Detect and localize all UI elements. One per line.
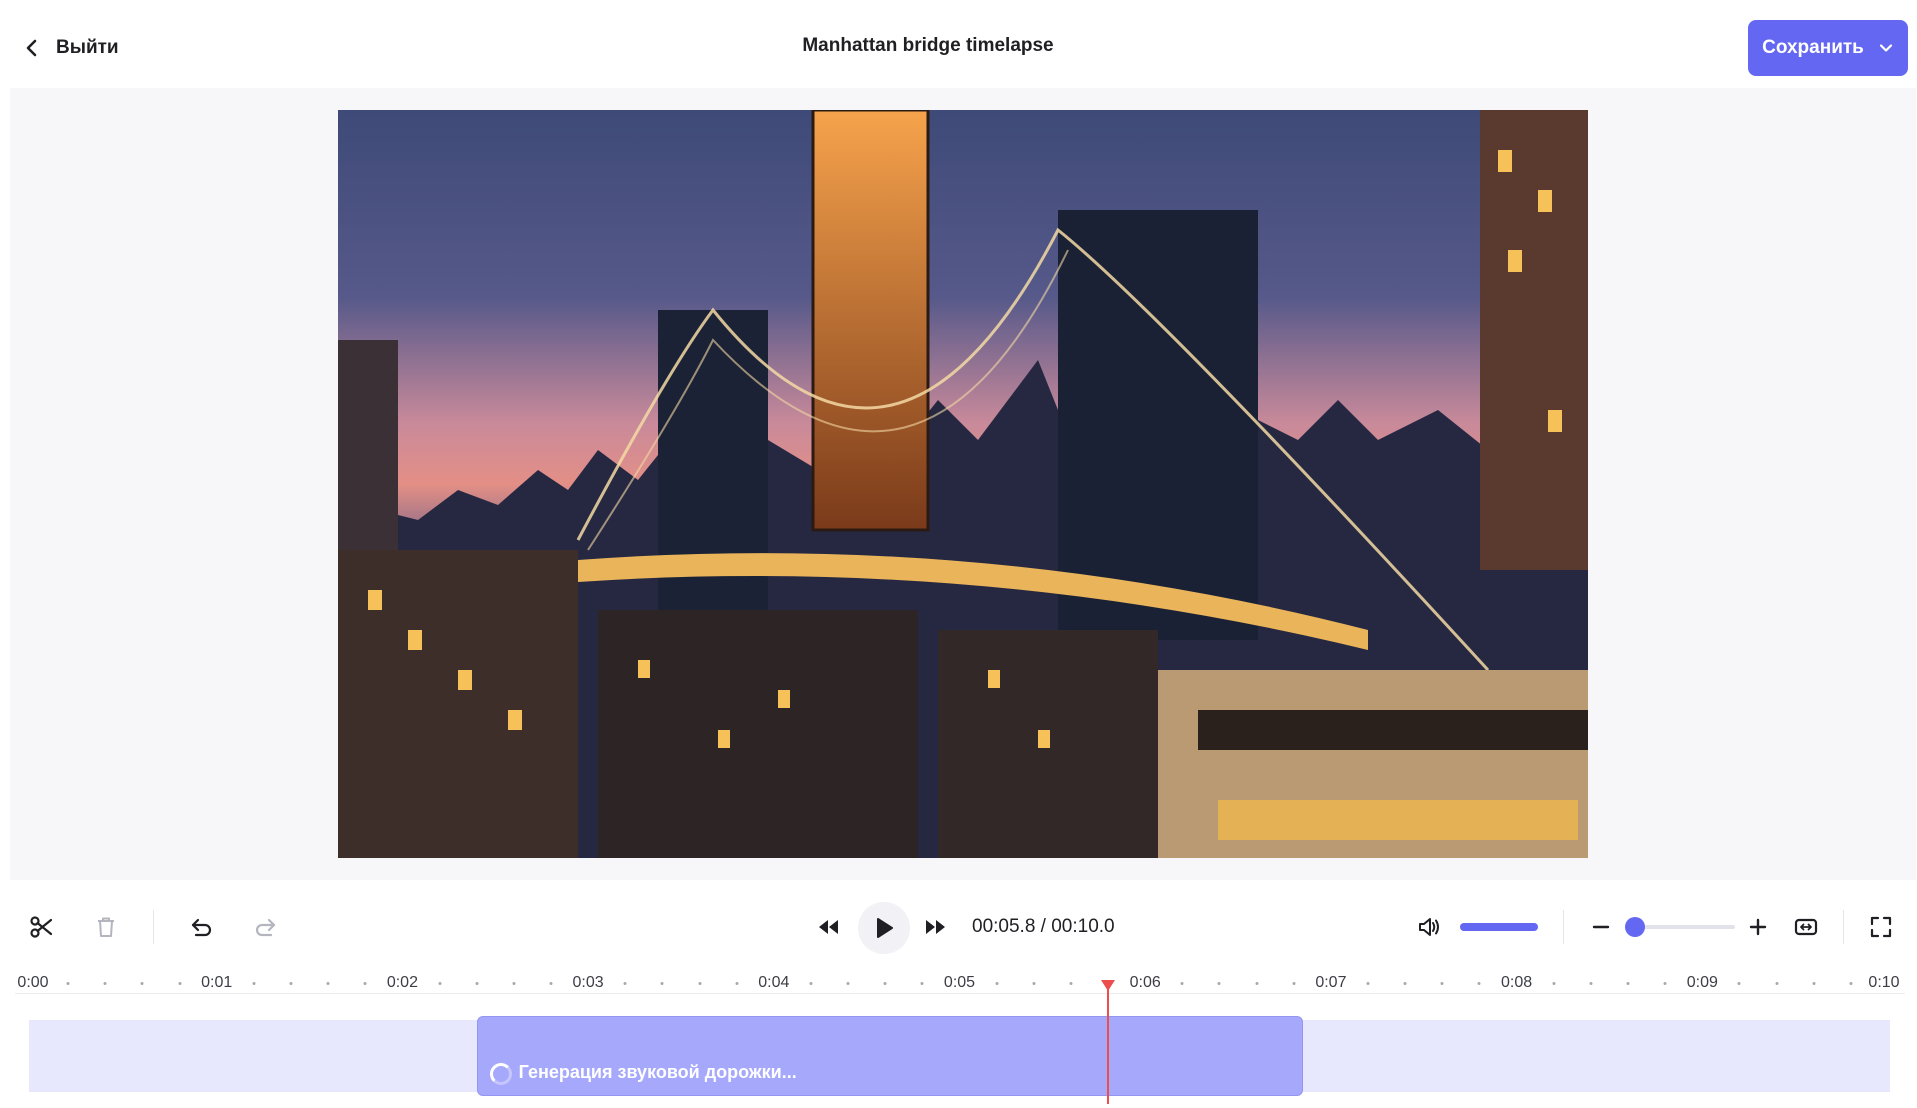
- preview-area: [10, 88, 1916, 880]
- editor-header: Выйти Manhattan bridge timelapse Сохрани…: [0, 0, 1917, 88]
- play-button[interactable]: [858, 902, 910, 954]
- ruler-tick: [623, 982, 627, 985]
- minus-icon: [1592, 925, 1610, 929]
- zoom-slider[interactable]: [1635, 925, 1735, 929]
- ruler-label: 0:02: [386, 974, 418, 991]
- ruler-tick: [66, 982, 70, 985]
- ruler-tick: [1849, 982, 1853, 985]
- ruler-tick: [475, 982, 479, 985]
- undo-icon: [191, 918, 212, 937]
- scissors-icon: [30, 916, 53, 938]
- ruler-tick: [1477, 982, 1481, 985]
- timecode: 00:05.8 / 00:10.0: [972, 916, 1115, 937]
- ruler-tick: [1589, 982, 1593, 985]
- toolbar-divider: [1563, 910, 1564, 944]
- save-label: Сохранить: [1762, 37, 1864, 58]
- ruler-tick: [1812, 982, 1816, 985]
- ruler-tick: [1032, 982, 1036, 985]
- ruler-tick: [252, 982, 256, 985]
- ruler-label: 0:05: [943, 974, 976, 991]
- ruler-tick: [1217, 982, 1221, 985]
- ruler-tick: [326, 982, 330, 985]
- video-preview[interactable]: [338, 110, 1588, 858]
- ruler-label: 0:03: [572, 974, 604, 991]
- ruler-tick: [289, 982, 293, 985]
- ruler-tick: [438, 982, 442, 985]
- ruler-tick: [735, 982, 739, 985]
- project-title: Manhattan bridge timelapse: [802, 35, 1054, 56]
- volume-slider[interactable]: [1460, 923, 1538, 931]
- ruler-tick: [1255, 982, 1259, 985]
- ruler-label: 0:04: [758, 974, 790, 991]
- ruler-baseline: [15, 993, 1905, 994]
- ruler-label: 0:08: [1501, 974, 1533, 991]
- ruler-label: 0:00: [17, 974, 49, 991]
- ruler-tick: [660, 982, 664, 985]
- toolbar-divider: [1843, 910, 1844, 944]
- zoom-slider-handle[interactable]: [1625, 917, 1645, 937]
- segment-label: Генерация звуковой дорожки...: [518, 1062, 797, 1082]
- ruler-label: 0:10: [1868, 974, 1900, 991]
- redo-button[interactable]: [248, 910, 282, 944]
- ruler-tick: [178, 982, 182, 985]
- save-button[interactable]: Сохранить: [1748, 20, 1908, 76]
- fast-forward-icon: [926, 920, 945, 934]
- zoom-in-button[interactable]: [1741, 910, 1775, 944]
- ruler-tick: [103, 982, 107, 985]
- ruler-tick: [809, 982, 813, 985]
- fit-button[interactable]: [1789, 910, 1823, 944]
- volume-button[interactable]: [1412, 910, 1446, 944]
- ruler-tick: [1626, 982, 1630, 985]
- ruler-tick: [1775, 982, 1779, 985]
- ruler-tick: [883, 982, 887, 985]
- ruler-tick: [549, 982, 553, 985]
- volume-level: [1460, 923, 1538, 931]
- redo-icon: [255, 918, 276, 937]
- fit-width-icon: [1794, 918, 1818, 936]
- loading-spinner-icon: [489, 1063, 512, 1085]
- playhead-handle[interactable]: [1101, 980, 1116, 991]
- cut-button[interactable]: [25, 910, 59, 944]
- audio-segment[interactable]: Генерация звуковой дорожки...: [476, 1016, 1304, 1096]
- play-icon: [877, 918, 893, 938]
- ruler-tick: [1069, 982, 1073, 985]
- ruler-tick: [846, 982, 850, 985]
- ruler-tick: [698, 982, 702, 985]
- playhead[interactable]: [1107, 986, 1110, 1104]
- editor-toolbar: 00:05.8 / 00:10.0: [0, 880, 1917, 970]
- ruler-label: 0:01: [201, 974, 233, 991]
- forward-button[interactable]: [918, 910, 952, 944]
- video-frame-illustration: [338, 110, 1588, 858]
- ruler-tick: [1440, 982, 1444, 985]
- toolbar-divider: [153, 910, 154, 944]
- delete-button[interactable]: [89, 910, 123, 944]
- ruler-label: 0:09: [1686, 974, 1718, 991]
- fullscreen-icon: [1870, 916, 1892, 938]
- rewind-icon: [819, 920, 838, 934]
- ruler-tick: [512, 982, 516, 985]
- ruler-tick: [1292, 982, 1296, 985]
- ruler-tick: [995, 982, 999, 985]
- ruler-tick: [920, 982, 924, 985]
- ruler-tick: [140, 982, 144, 985]
- ruler-tick: [1663, 982, 1667, 985]
- speaker-icon: [1419, 918, 1439, 936]
- zoom-out-button[interactable]: [1584, 910, 1618, 944]
- ruler-tick: [1366, 982, 1370, 985]
- trash-icon: [98, 917, 114, 937]
- ruler-label: 0:06: [1129, 974, 1161, 991]
- rewind-button[interactable]: [812, 910, 846, 944]
- fullscreen-button[interactable]: [1864, 910, 1898, 944]
- ruler-tick: [1180, 982, 1184, 985]
- plus-icon: [1749, 918, 1767, 936]
- ruler-tick: [1552, 982, 1556, 985]
- ruler-tick: [1737, 982, 1741, 985]
- ruler-label: 0:07: [1315, 974, 1347, 991]
- ruler-tick: [363, 982, 367, 985]
- ruler-tick: [1403, 982, 1407, 985]
- chevron-down-icon: [1879, 44, 1892, 52]
- undo-button[interactable]: [185, 910, 219, 944]
